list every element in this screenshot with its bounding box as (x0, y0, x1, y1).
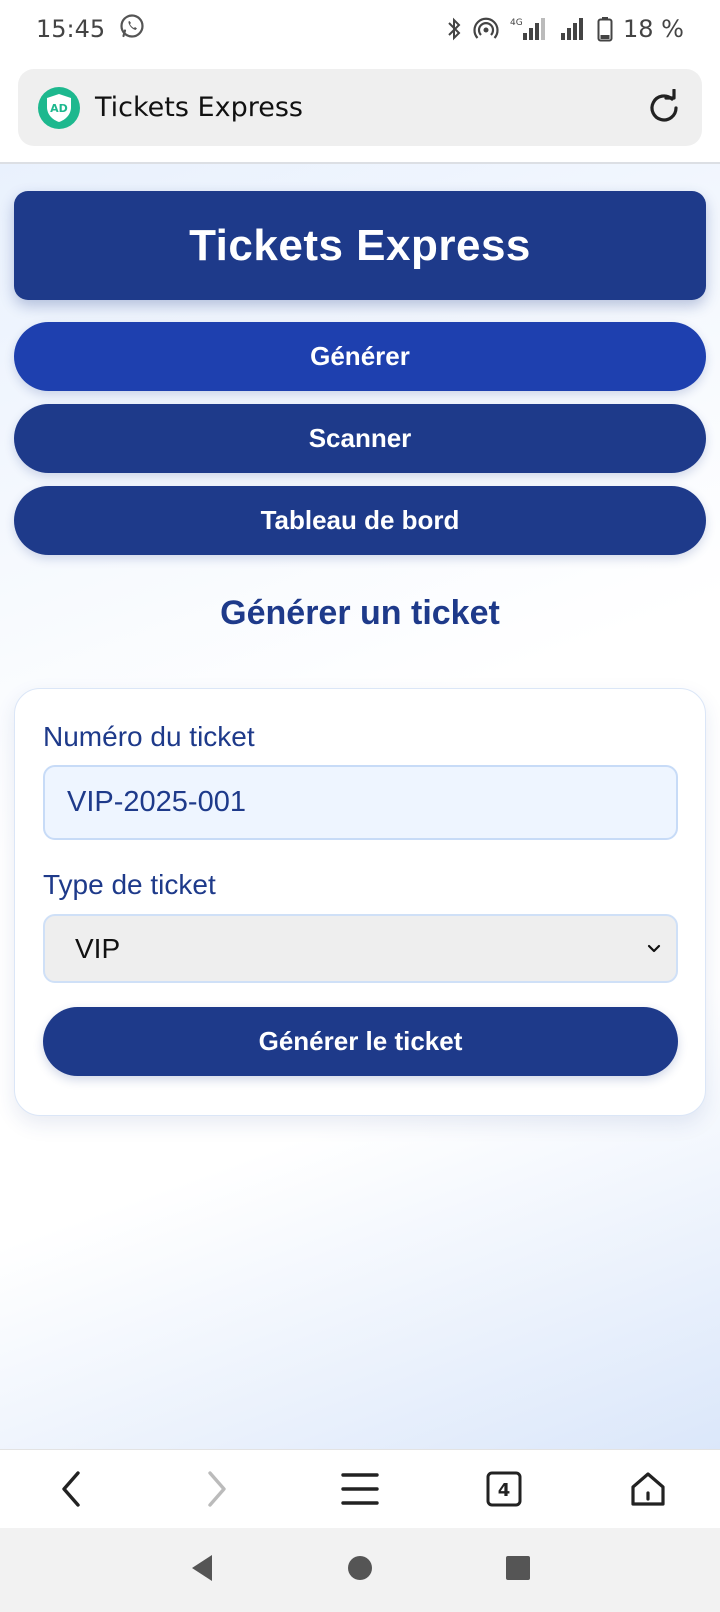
nav-scan-button[interactable]: Scanner (14, 404, 706, 473)
system-recents-button[interactable] (504, 1554, 532, 1587)
section-title: Générer un ticket (220, 594, 500, 632)
whatsapp-icon (119, 13, 145, 45)
adblock-shield-icon[interactable]: AD (38, 86, 80, 129)
nav-scan-label: Scanner (308, 423, 412, 453)
chevron-down-icon (644, 933, 664, 965)
url-bar[interactable]: AD Tickets Express (18, 69, 702, 146)
app-header: Tickets Express (14, 191, 706, 300)
signal-icon: 4G (509, 16, 549, 42)
app-title: Tickets Express (189, 220, 531, 270)
generate-ticket-label: Générer le ticket (258, 1026, 463, 1056)
bluetooth-icon (445, 16, 463, 42)
nav-generate-label: Générer (310, 341, 410, 371)
system-back-button[interactable] (188, 1553, 216, 1588)
home-icon (631, 1472, 665, 1506)
circle-home-icon (348, 1555, 372, 1580)
chevron-right-icon (208, 1471, 226, 1507)
status-right: 4G 18 % (445, 15, 684, 43)
nav-dashboard-button[interactable]: Tableau de bord (14, 486, 706, 555)
nav-generate-button[interactable]: Générer (14, 322, 706, 391)
ticket-type-select[interactable]: VIP (43, 914, 678, 983)
ticket-number-label: Numéro du ticket (43, 721, 255, 752)
status-time: 15:45 (36, 15, 106, 43)
signal-icon-2 (559, 16, 587, 42)
triangle-back-icon (192, 1554, 212, 1581)
generate-ticket-button[interactable]: Générer le ticket (43, 1007, 678, 1076)
forward-button[interactable] (186, 1459, 246, 1519)
system-home-button[interactable] (346, 1554, 374, 1587)
back-button[interactable] (42, 1459, 102, 1519)
home-button[interactable] (618, 1459, 678, 1519)
status-bar: 15:45 4G 18 % (0, 0, 720, 58)
status-left: 15:45 (36, 13, 145, 45)
ticket-number-value: VIP-2025-001 (67, 786, 246, 818)
svg-text:AD: AD (50, 102, 68, 115)
menu-button[interactable] (330, 1459, 390, 1519)
nav-dashboard-label: Tableau de bord (260, 505, 460, 535)
svg-text:4: 4 (498, 1480, 511, 1501)
system-navigation-bar (0, 1528, 720, 1612)
tabs-button[interactable]: 4 (474, 1459, 534, 1519)
browser-header: AD Tickets Express (0, 58, 720, 164)
svg-text:4G: 4G (510, 18, 523, 28)
ticket-number-input[interactable]: VIP-2025-001 (43, 765, 678, 840)
battery-icon (597, 16, 613, 42)
ticket-type-label: Type de ticket (43, 869, 216, 900)
page-tab-title[interactable]: Tickets Express (95, 92, 644, 123)
battery-percent: 18 % (623, 15, 684, 43)
hotspot-icon (473, 16, 499, 42)
browser-toolbar: 4 (0, 1449, 720, 1528)
chevron-left-icon (62, 1471, 80, 1507)
hamburger-icon (341, 1473, 379, 1505)
generate-ticket-form: Numéro du ticket VIP-2025-001 Type de ti… (14, 688, 706, 1116)
tabs-icon: 4 (486, 1471, 522, 1507)
square-recents-icon (506, 1555, 530, 1580)
ticket-type-value: VIP (75, 932, 121, 964)
web-content: Tickets Express Générer Scanner Tableau … (0, 164, 720, 1449)
reload-icon[interactable] (644, 88, 684, 128)
